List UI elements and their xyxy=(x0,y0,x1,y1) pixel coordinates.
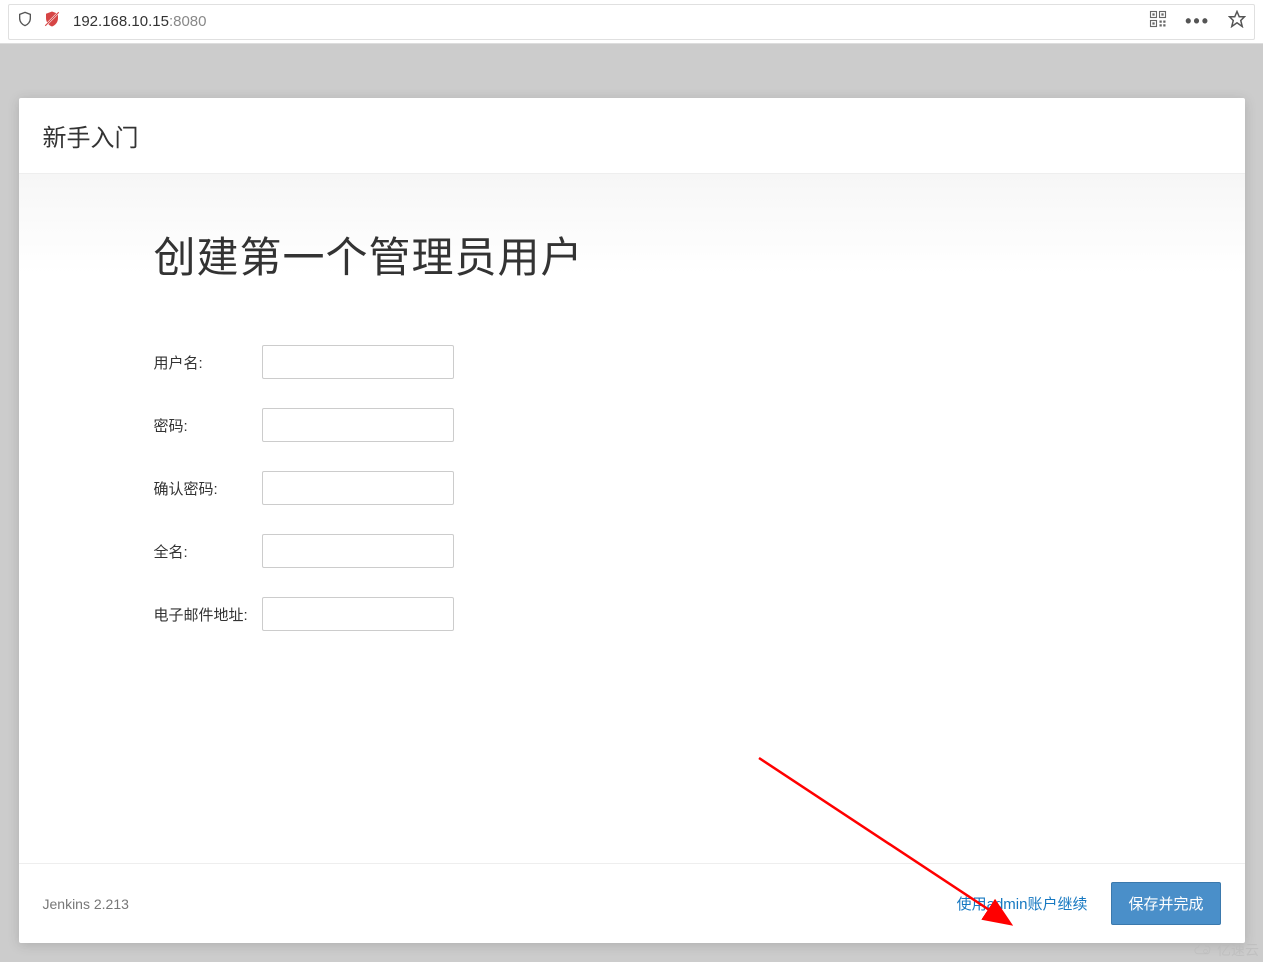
email-label: 电子邮件地址: xyxy=(154,604,262,625)
fullname-row: 全名: xyxy=(154,534,1110,568)
url-port: :8080 xyxy=(169,13,207,30)
confirm-password-input[interactable] xyxy=(262,471,454,505)
fullname-label: 全名: xyxy=(154,541,262,562)
password-row: 密码: xyxy=(154,408,1110,442)
continue-as-admin-link[interactable]: 使用admin账户继续 xyxy=(957,893,1088,914)
save-and-finish-button[interactable]: 保存并完成 xyxy=(1111,882,1220,925)
modal-footer: Jenkins 2.213 使用admin账户继续 保存并完成 xyxy=(19,863,1245,943)
version-text: Jenkins 2.213 xyxy=(43,896,129,912)
tracking-protection-icon[interactable] xyxy=(43,10,61,33)
page-actions-icon[interactable]: ••• xyxy=(1185,11,1210,32)
password-input[interactable] xyxy=(262,408,454,442)
browser-url-bar: 192.168.10.15:8080 ••• xyxy=(0,0,1263,44)
url-text[interactable]: 192.168.10.15:8080 xyxy=(73,13,1149,30)
page-body: 新手入门 创建第一个管理员用户 用户名: 密码: 确认密码: 全名: 电子邮件地… xyxy=(0,44,1263,962)
watermark: 亿速云 xyxy=(1193,940,1259,960)
confirm-password-label: 确认密码: xyxy=(154,478,262,499)
watermark-cloud-icon xyxy=(1193,943,1213,957)
username-input[interactable] xyxy=(262,345,454,379)
email-input[interactable] xyxy=(262,597,454,631)
confirm-password-row: 确认密码: xyxy=(154,471,1110,505)
shield-icon[interactable] xyxy=(17,11,33,32)
modal-header-title: 新手入门 xyxy=(43,125,139,152)
page-title: 创建第一个管理员用户 xyxy=(154,224,1110,285)
username-row: 用户名: xyxy=(154,345,1110,379)
password-label: 密码: xyxy=(154,415,262,436)
fullname-input[interactable] xyxy=(262,534,454,568)
setup-wizard-modal: 新手入门 创建第一个管理员用户 用户名: 密码: 确认密码: 全名: 电子邮件地… xyxy=(19,98,1245,943)
qr-code-icon[interactable] xyxy=(1149,10,1167,33)
bookmark-star-icon[interactable] xyxy=(1228,10,1246,33)
username-label: 用户名: xyxy=(154,352,262,373)
watermark-text: 亿速云 xyxy=(1217,940,1259,960)
url-host: 192.168.10.15 xyxy=(73,13,169,30)
email-row: 电子邮件地址: xyxy=(154,597,1110,631)
modal-main: 创建第一个管理员用户 用户名: 密码: 确认密码: 全名: 电子邮件地址: xyxy=(19,174,1245,863)
modal-header: 新手入门 xyxy=(19,98,1245,174)
url-input-area[interactable]: 192.168.10.15:8080 ••• xyxy=(8,4,1255,40)
